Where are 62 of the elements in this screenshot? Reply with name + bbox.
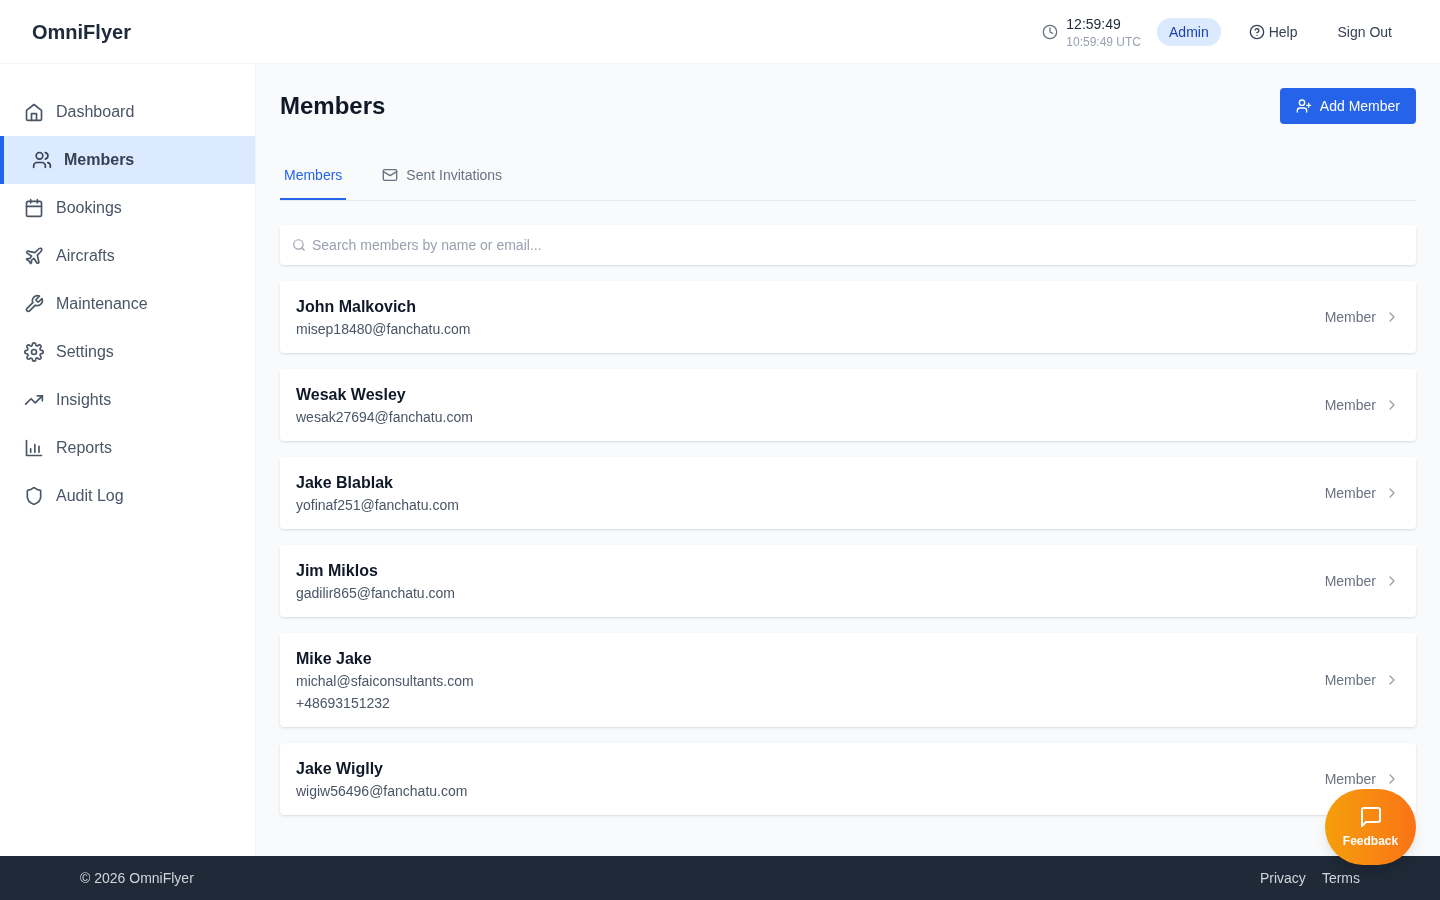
member-name: Wesak Wesley [296, 385, 407, 405]
page-title: Members [280, 91, 386, 121]
search-icon [292, 238, 306, 252]
tab[interactable]: Sent Invitations [378, 152, 507, 200]
member-email: yofinaf251@fanchatu.com [296, 496, 459, 515]
member-card[interactable]: Jake Blablak yofinaf251@fanchatu.com Member [280, 457, 1416, 529]
utc-time: 10:59:49 UTC [1066, 33, 1142, 50]
tab[interactable]: Members [280, 152, 347, 200]
sidebar-item[interactable]: Audit Log [0, 472, 255, 520]
member-email: michal@sfaiconsultants.com [296, 672, 474, 691]
footer-link[interactable]: Terms [1321, 868, 1360, 888]
member-role: Member [1324, 396, 1376, 415]
user-plus-icon [1295, 98, 1312, 114]
member-role: Member [1324, 671, 1376, 690]
search-field[interactable]: Search members by name or email... [280, 225, 1416, 265]
wrench-icon [24, 294, 44, 314]
clock-icon [1042, 23, 1059, 40]
member-card[interactable]: Wesak Wesley wesak27694@fanchatu.com Member [280, 369, 1416, 441]
users-icon [32, 150, 52, 170]
help-link[interactable]: Help [1248, 21, 1298, 42]
member-name: Jake Blablak [296, 473, 394, 493]
plane-icon [24, 246, 44, 266]
member-email: gadilir865@fanchatu.com [296, 584, 455, 603]
member-role: Member [1324, 484, 1376, 503]
bar-chart-icon [24, 438, 44, 458]
add-member-button[interactable]: Add Member [1279, 88, 1416, 124]
home-icon [24, 102, 44, 122]
sidebar-item[interactable]: Dashboard [0, 88, 255, 136]
member-card[interactable]: John Malkovich misep18480@fanchatu.com Member [280, 281, 1416, 353]
member-role: Member [1324, 770, 1376, 789]
member-name: Mike Jake [296, 649, 373, 669]
member-card[interactable]: Mike Jake michal@sfaiconsultants.com +48693151232 Member [280, 633, 1416, 727]
role-badge: Admin [1157, 17, 1221, 46]
sidebar-item[interactable]: Aircrafts [0, 232, 255, 280]
member-name: Jake Wiglly [296, 759, 384, 779]
sign-out-button[interactable]: Sign Out [1337, 21, 1392, 42]
member-email: wigiw56496@fanchatu.com [296, 782, 468, 801]
member-card[interactable]: Jake Wiglly wigiw56496@fanchatu.com Member [280, 743, 1416, 815]
mail-icon [382, 167, 399, 183]
member-name: Jim Miklos [296, 561, 379, 581]
calendar-icon [24, 198, 44, 218]
member-email: misep18480@fanchatu.com [296, 320, 471, 339]
sidebar-item[interactable]: Maintenance [0, 280, 255, 328]
member-card[interactable]: Jim Miklos gadilir865@fanchatu.com Member [280, 545, 1416, 617]
member-role: Member [1324, 308, 1376, 327]
app-logo[interactable]: OmniFlyer [32, 17, 131, 46]
chat-icon [1358, 805, 1383, 829]
member-name: John Malkovich [296, 297, 418, 317]
help-icon [1248, 23, 1265, 40]
sidebar-item[interactable]: Reports [0, 424, 255, 472]
local-time: 12:59:49 [1066, 14, 1122, 34]
sidebar-item[interactable]: Members [0, 136, 255, 184]
sidebar-item[interactable]: Settings [0, 328, 255, 376]
shield-icon [24, 486, 44, 506]
sidebar-item[interactable]: Bookings [0, 184, 255, 232]
gear-icon [24, 342, 44, 362]
footer-link[interactable]: Privacy [1259, 868, 1306, 888]
member-role: Member [1324, 572, 1376, 591]
member-email: wesak27694@fanchatu.com [296, 408, 473, 427]
copyright: © 2026 OmniFlyer [80, 869, 194, 888]
sidebar-item[interactable]: Insights [0, 376, 255, 424]
member-phone: +48693151232 [296, 694, 391, 713]
